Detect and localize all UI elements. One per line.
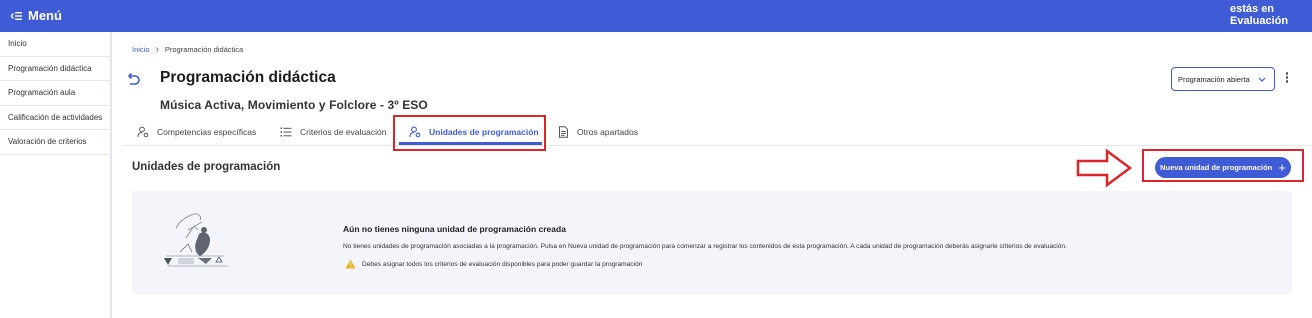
- breadcrumb-current: Programación didáctica: [164, 45, 244, 54]
- tab-competencias[interactable]: Competencias específicas: [137, 120, 256, 144]
- tab-label: Competencias específicas: [157, 127, 257, 137]
- more-options-icon[interactable]: [1283, 71, 1291, 87]
- context-line-1: estás en: [1230, 3, 1275, 15]
- page-title: Programación didáctica: [160, 69, 336, 86]
- sidebar-item-valoracion-criterios[interactable]: Valoración de criterios: [0, 130, 110, 155]
- breadcrumb-home[interactable]: Inicio: [132, 45, 150, 54]
- chevron-right-icon: ›: [155, 43, 159, 55]
- status-select-value: Programación abierta: [1178, 75, 1250, 84]
- menu-button[interactable]: Menú: [10, 8, 62, 23]
- document-icon: [559, 126, 568, 138]
- warning-icon: [345, 259, 356, 269]
- empty-illustration: [164, 213, 228, 267]
- new-unit-label: Nueva unidad de programación: [1160, 163, 1273, 172]
- back-icon[interactable]: [124, 70, 142, 88]
- competency-icon: [137, 126, 149, 138]
- tab-otros[interactable]: Otros apartados: [558, 120, 638, 144]
- sidebar-item-calificacion-actividades[interactable]: Calificación de actividades: [0, 106, 110, 130]
- sidebar-item-inicio[interactable]: Inicio: [0, 32, 110, 57]
- sidebar-item-programacion-didactica[interactable]: Programación didáctica: [0, 57, 110, 81]
- context-line-2: Evaluación: [1230, 15, 1289, 27]
- status-select[interactable]: Programación abierta: [1171, 67, 1275, 91]
- tab-criterios[interactable]: Criterios de evaluación: [280, 120, 386, 144]
- page-subtitle: Música Activa, Movimiento y Folclore - 3…: [160, 98, 428, 112]
- context-indicator: estás en Evaluación: [1230, 3, 1288, 27]
- list-icon: [280, 127, 292, 137]
- chevron-down-icon: [1258, 77, 1266, 82]
- tab-label: Otros apartados: [577, 127, 638, 137]
- highlight-box-tab: [393, 115, 546, 151]
- warning-text: Debes asignar todos los criterios de eva…: [362, 260, 643, 268]
- tabs-divider: [122, 145, 1312, 146]
- warning-message: Debes asignar todos los criterios de eva…: [345, 259, 642, 269]
- arrow-right-icon: [1076, 148, 1133, 188]
- section-title: Unidades de programación: [132, 161, 281, 173]
- plus-icon: +: [1278, 159, 1286, 175]
- empty-state-description: No tienes unidades de programación asoci…: [343, 243, 1067, 250]
- empty-state-title: Aún no tienes ninguna unidad de programa…: [343, 224, 566, 234]
- breadcrumb: Inicio › Programación didáctica: [132, 43, 244, 55]
- top-bar: Menú estás en Evaluación: [0, 0, 1312, 32]
- tab-label: Criterios de evaluación: [300, 127, 387, 137]
- new-unit-button[interactable]: Nueva unidad de programación +: [1155, 157, 1291, 178]
- sidebar-item-programacion-aula[interactable]: Programación aula: [0, 81, 110, 106]
- menu-icon: [10, 11, 22, 20]
- menu-label: Menú: [28, 8, 62, 23]
- sidebar: Inicio Programación didáctica Programaci…: [0, 32, 112, 318]
